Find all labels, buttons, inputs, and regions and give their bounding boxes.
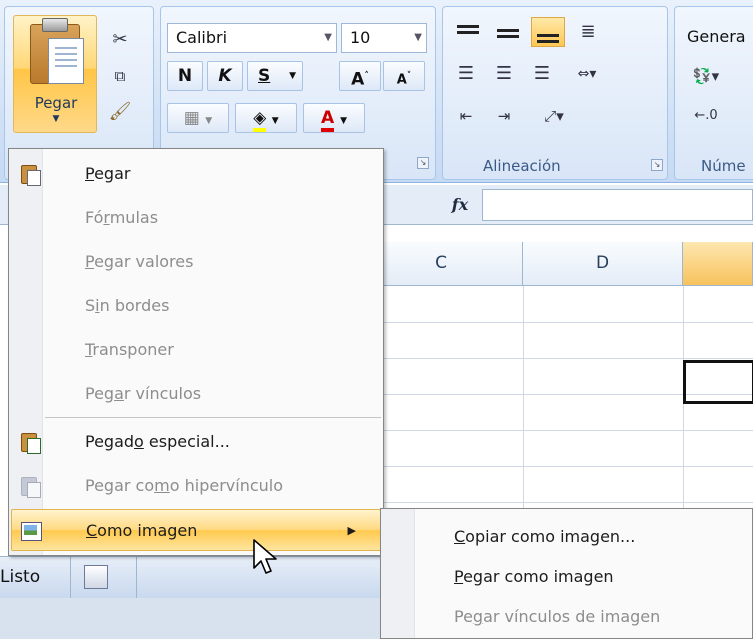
increase-decimal-icon[interactable]: ←.0	[683, 103, 729, 129]
menu-item-no-borders[interactable]: Sin bordes	[9, 285, 383, 327]
align-center-icon[interactable]: ☰	[491, 61, 517, 87]
grow-font-button[interactable]: A˄	[339, 61, 381, 91]
chevron-down-icon: ▼	[289, 71, 296, 81]
submenu-arrow-icon: ▶	[347, 524, 356, 537]
chevron-down-icon: ▼	[271, 116, 279, 126]
menu-separator	[45, 417, 381, 418]
menu-item-label: Sin bordes	[85, 296, 170, 315]
align-bottom-icon[interactable]	[531, 17, 565, 47]
status-ready: Listo	[0, 567, 41, 587]
paint-bucket-icon: ◈	[253, 108, 267, 132]
shrink-font-letter: A	[396, 72, 407, 88]
align-left-icon[interactable]: ☰	[453, 61, 479, 87]
font-color-button[interactable]: A ▼	[303, 103, 365, 133]
menu-item-paste-special[interactable]: Pegado especial...	[9, 421, 383, 463]
paste-special-icon	[19, 431, 41, 454]
font-size-combo[interactable]: 10 ▼	[341, 23, 427, 53]
fill-color-button[interactable]: ◈ ▼	[235, 103, 297, 133]
shrink-font-button[interactable]: A˅	[383, 61, 425, 91]
paste-hyperlink-icon	[19, 475, 41, 498]
merge-center-icon[interactable]: ⇔▾	[567, 61, 607, 87]
menu-item-paste-picture-link[interactable]: Pegar vínculos de imagen	[381, 597, 752, 637]
paper-icon	[48, 38, 84, 84]
chevron-down-icon: ▼	[340, 116, 347, 126]
borders-button[interactable]: ▦ ▼	[167, 103, 229, 133]
underline-button[interactable]: S ▼	[247, 61, 303, 91]
dialog-launcher-icon[interactable]: ↘	[417, 157, 429, 169]
menu-item-label: Pegar valores	[85, 252, 194, 271]
alignment-group: ≣ ☰ ☰ ☰ ⇔▾ ⇤ ⇥ ⤢▾ Alineación ↘	[442, 6, 668, 180]
menu-item-as-picture[interactable]: Como imagen ▶	[11, 509, 381, 551]
font-color-letter: A	[320, 108, 335, 132]
lower-area	[0, 598, 380, 639]
menu-item-copy-as-picture[interactable]: Copiar como imagen...	[381, 517, 752, 557]
formula-input[interactable]	[482, 189, 753, 221]
fx-icon[interactable]: fx	[440, 191, 480, 219]
dialog-launcher-icon[interactable]: ↘	[651, 159, 663, 171]
align-middle-icon[interactable]	[491, 17, 525, 47]
chevron-down-icon: ▼	[52, 114, 60, 124]
mouse-pointer-icon	[253, 539, 277, 574]
decrease-indent-icon[interactable]: ⇤	[453, 103, 479, 129]
underline-letter: S	[258, 66, 271, 86]
grow-font-letter: A	[351, 69, 365, 90]
macro-record-icon[interactable]	[84, 565, 108, 589]
number-format-combo[interactable]: Genera	[679, 23, 753, 53]
column-header-e[interactable]	[683, 242, 753, 286]
picture-icon	[20, 520, 42, 542]
alignment-group-label: Alineación	[483, 157, 561, 175]
align-top-icon[interactable]	[451, 17, 485, 47]
menu-item-paste[interactable]: Pegar	[9, 153, 383, 195]
format-painter-icon[interactable]: 🖌	[107, 99, 133, 125]
menu-item-label: Pegar vínculos de imagen	[454, 607, 661, 626]
menu-item-label: Pegado especial...	[85, 432, 230, 451]
copy-icon[interactable]: ⧉	[107, 63, 133, 89]
menu-item-transpose[interactable]: Transponer	[9, 329, 383, 371]
menu-item-label: Como imagen	[86, 521, 198, 540]
menu-item-paste-hyperlink[interactable]: Pegar como hipervínculo	[9, 465, 383, 507]
status-bar: Listo	[0, 556, 380, 599]
active-cell[interactable]	[683, 360, 753, 404]
number-format-value: Genera	[687, 27, 746, 46]
menu-item-label: Pegar como hipervínculo	[85, 476, 283, 495]
chevron-down-icon: ▼	[414, 32, 422, 43]
number-group-label: Núme	[701, 157, 746, 175]
paste-menu: Pegar Fórmulas Pegar valores Sin bordes …	[8, 148, 384, 556]
paste-button-label: Pegar	[34, 94, 78, 112]
menu-item-label: Fórmulas	[85, 208, 159, 227]
bold-button[interactable]: N	[167, 61, 203, 91]
currency-icon[interactable]: 💱▾	[683, 63, 729, 89]
chevron-down-icon: ▼	[324, 32, 332, 43]
wrap-text-icon[interactable]: ≣	[575, 19, 601, 45]
menu-item-label: Pegar	[85, 164, 131, 183]
font-name-combo[interactable]: Calibri ▼	[167, 23, 337, 53]
menu-item-label: Copiar como imagen...	[454, 527, 636, 546]
scissors-icon[interactable]: ✂	[107, 27, 133, 53]
menu-item-label: Transponer	[85, 340, 174, 359]
increase-indent-icon[interactable]: ⇥	[491, 103, 517, 129]
menu-item-formulas[interactable]: Fórmulas	[9, 197, 383, 239]
menu-item-paste-values[interactable]: Pegar valores	[9, 241, 383, 283]
menu-item-paste-links[interactable]: Pegar vínculos	[9, 373, 383, 415]
chevron-down-icon: ▼	[205, 116, 213, 126]
font-size-value: 10	[350, 28, 371, 47]
menu-item-label: Pegar vínculos	[85, 384, 202, 403]
menu-item-paste-as-picture[interactable]: Pegar como imagen	[381, 557, 752, 597]
align-right-icon[interactable]: ☰	[529, 61, 555, 87]
orientation-icon[interactable]: ⤢▾	[531, 103, 577, 129]
clipboard-clip-icon	[42, 18, 68, 32]
font-name-value: Calibri	[176, 28, 228, 47]
paste-button[interactable]: Pegar ▼	[13, 15, 97, 133]
as-picture-submenu: Copiar como imagen... Pegar como imagen …	[380, 508, 753, 639]
paste-icon	[19, 163, 41, 186]
number-group: Genera 💱▾ ←.0 Núme	[674, 6, 753, 180]
menu-item-label: Pegar como imagen	[454, 567, 614, 586]
column-header-d[interactable]: D	[523, 242, 683, 286]
column-header-c[interactable]: C	[360, 242, 523, 286]
italic-button[interactable]: K	[207, 61, 243, 91]
